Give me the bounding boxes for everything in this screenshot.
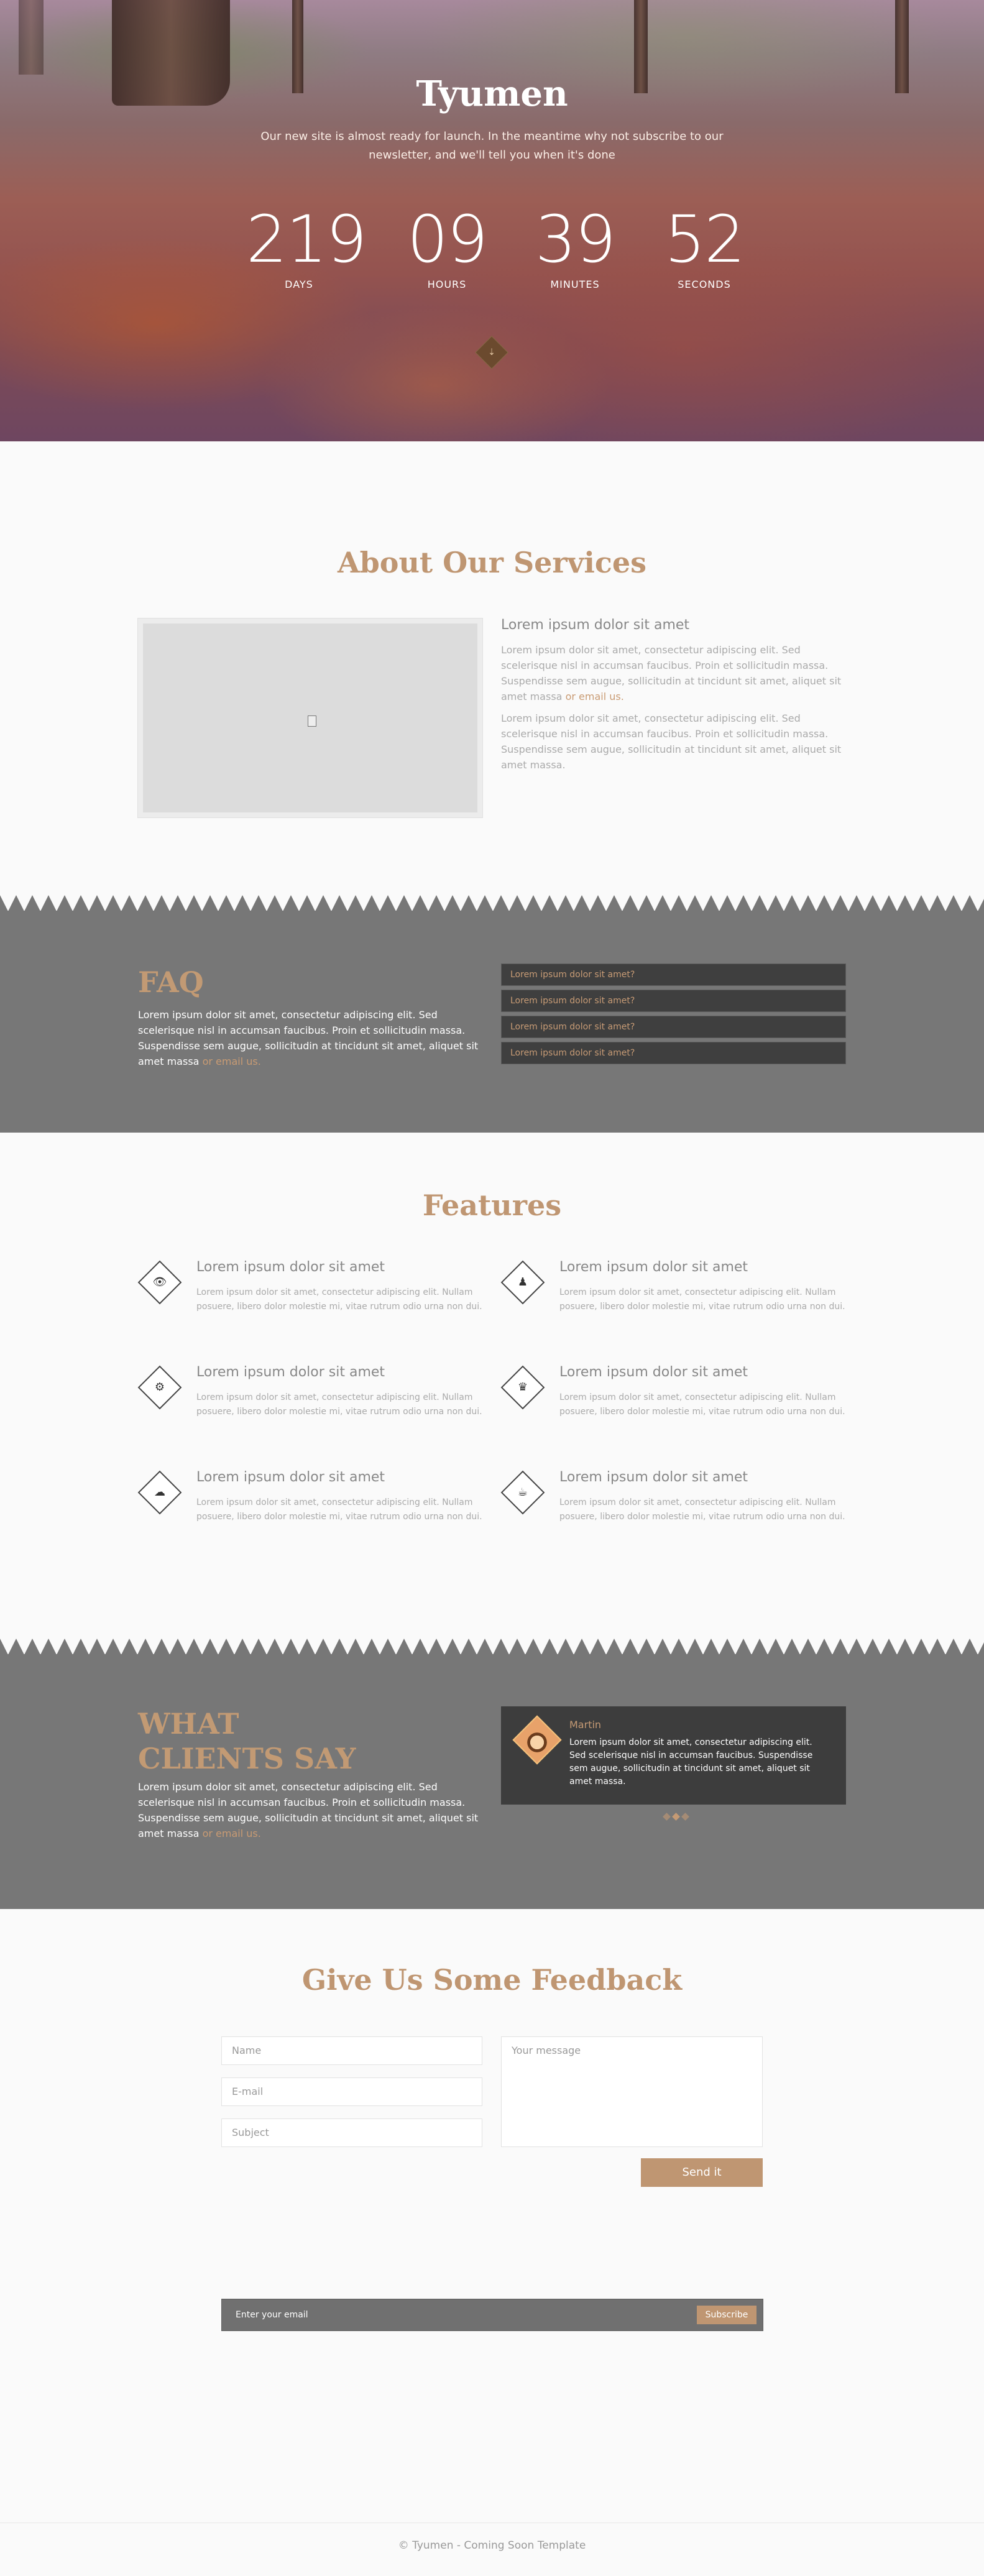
countdown-value: 219 bbox=[246, 201, 367, 277]
eye-icon: 👁 bbox=[152, 1276, 167, 1289]
carousel-dot[interactable] bbox=[681, 1813, 689, 1821]
feature-heading: Lorem ipsum dolor sit amet bbox=[196, 1470, 385, 1485]
avatar bbox=[512, 1715, 562, 1765]
countdown-value: 52 bbox=[664, 201, 745, 277]
zigzag-divider bbox=[0, 895, 984, 911]
feature-heading: Lorem ipsum dolor sit amet bbox=[559, 1259, 748, 1275]
feature-icon-frame: 👁 bbox=[137, 1260, 182, 1305]
chevron-down-double-icon: ⇣ bbox=[488, 347, 495, 357]
hero-subtitle: Our new site is almost ready for launch.… bbox=[260, 130, 724, 162]
testimonial-text: Lorem ipsum dolor sit amet, consectetur … bbox=[569, 1737, 813, 1787]
email-link[interactable]: or email us. bbox=[203, 1828, 261, 1839]
feature-text: Lorem ipsum dolor sit amet, consectetur … bbox=[559, 1497, 845, 1522]
tree-trunk bbox=[19, 0, 44, 75]
carousel-dot[interactable] bbox=[672, 1813, 680, 1821]
countdown-label: DAYS bbox=[285, 278, 313, 290]
feature-heading: Lorem ipsum dolor sit amet bbox=[559, 1470, 748, 1485]
countdown-days: 219 DAYS bbox=[246, 201, 367, 290]
clients-description-text: Lorem ipsum dolor sit amet, consectetur … bbox=[138, 1781, 479, 1839]
image-file-icon bbox=[308, 715, 316, 727]
feature-heading: Lorem ipsum dolor sit amet bbox=[196, 1364, 385, 1380]
clients-title-line: CLIENTS SAY bbox=[138, 1742, 356, 1775]
feedback-title: Give Us Some Feedback bbox=[301, 1963, 683, 1997]
subscribe-button[interactable]: Subscribe bbox=[697, 2306, 756, 2324]
testimonial-author: Martin bbox=[569, 1719, 602, 1731]
feature-icon-frame: ♟ bbox=[500, 1260, 545, 1305]
name-field[interactable]: Name bbox=[221, 2036, 482, 2065]
email-field[interactable]: E-mail bbox=[221, 2077, 482, 2106]
feature-text: Lorem ipsum dolor sit amet, consectetur … bbox=[196, 1287, 482, 1312]
faq-item[interactable]: Lorem ipsum dolor sit amet? bbox=[501, 1016, 846, 1038]
feature-icon-frame: ☕ bbox=[500, 1470, 545, 1515]
feature-text: Lorem ipsum dolor sit amet, consectetur … bbox=[196, 1497, 482, 1522]
subject-field[interactable]: Subject bbox=[221, 2118, 482, 2147]
site-title: Tyumen bbox=[416, 73, 568, 114]
feature-text: Lorem ipsum dolor sit amet, consectetur … bbox=[559, 1287, 845, 1312]
carousel-dots bbox=[663, 1813, 689, 1821]
gear-icon: ⚙ bbox=[154, 1381, 165, 1394]
hero-section: Tyumen Our new site is almost ready for … bbox=[0, 0, 984, 441]
testimonial-card: Martin Lorem ipsum dolor sit amet, conse… bbox=[501, 1706, 846, 1805]
faq-description-text: Lorem ipsum dolor sit amet, consectetur … bbox=[138, 1009, 479, 1067]
feature-heading: Lorem ipsum dolor sit amet bbox=[559, 1364, 748, 1380]
footer-copyright: © Tyumen - Coming Soon Template bbox=[398, 2539, 586, 2552]
countdown-value: 39 bbox=[535, 201, 616, 277]
countdown-hours: 09 HOURS bbox=[394, 205, 500, 290]
coffee-icon: ☕ bbox=[517, 1486, 528, 1499]
email-link[interactable]: or email us. bbox=[566, 691, 624, 702]
about-title: About Our Services bbox=[337, 546, 647, 579]
clients-title-line: WHAT bbox=[138, 1707, 239, 1741]
zigzag-divider bbox=[0, 1639, 984, 1655]
countdown-minutes: 39 MINUTES bbox=[522, 205, 628, 290]
countdown-label: MINUTES bbox=[550, 278, 600, 290]
about-paragraph-2: Lorem ipsum dolor sit amet, consectetur … bbox=[501, 712, 842, 771]
message-field[interactable]: Your message bbox=[501, 2036, 763, 2147]
users-icon: ♟ bbox=[517, 1276, 528, 1289]
carousel-dot[interactable] bbox=[663, 1813, 671, 1821]
email-link[interactable]: or email us. bbox=[203, 1056, 261, 1067]
newsletter-form: Enter your email Subscribe bbox=[221, 2299, 763, 2331]
feature-icon-frame: ♛ bbox=[500, 1365, 545, 1410]
page: Tyumen Our new site is almost ready for … bbox=[0, 0, 984, 2576]
scroll-down-button[interactable]: ⇣ bbox=[475, 336, 508, 369]
send-button[interactable]: Send it bbox=[641, 2158, 763, 2187]
about-heading: Lorem ipsum dolor sit amet bbox=[501, 617, 690, 633]
feature-heading: Lorem ipsum dolor sit amet bbox=[196, 1259, 385, 1275]
faq-item[interactable]: Lorem ipsum dolor sit amet? bbox=[501, 1042, 846, 1064]
faq-title: FAQ bbox=[138, 965, 204, 999]
faq-item[interactable]: Lorem ipsum dolor sit amet? bbox=[501, 990, 846, 1012]
feature-text: Lorem ipsum dolor sit amet, consectetur … bbox=[196, 1392, 482, 1417]
trophy-icon: ♛ bbox=[517, 1381, 528, 1394]
about-paragraph-text: Lorem ipsum dolor sit amet, consectetur … bbox=[501, 644, 842, 702]
feature-text: Lorem ipsum dolor sit amet, consectetur … bbox=[559, 1392, 845, 1417]
features-title: Features bbox=[422, 1189, 562, 1222]
clients-title: WHAT CLIENTS SAY bbox=[138, 1706, 356, 1776]
countdown-label: SECONDS bbox=[678, 278, 731, 290]
feature-icon-frame: ⚙ bbox=[137, 1365, 182, 1410]
newsletter-email-input[interactable]: Enter your email bbox=[236, 2299, 308, 2330]
about-paragraph: Lorem ipsum dolor sit amet, consectetur … bbox=[501, 642, 846, 704]
faq-item[interactable]: Lorem ipsum dolor sit amet? bbox=[501, 964, 846, 986]
feature-icon-frame: ☁ bbox=[137, 1470, 182, 1515]
countdown-value: 09 bbox=[407, 201, 488, 277]
countdown-seconds: 52 SECONDS bbox=[651, 205, 757, 290]
clients-description: Lorem ipsum dolor sit amet, consectetur … bbox=[138, 1779, 483, 1841]
countdown-label: HOURS bbox=[427, 278, 467, 290]
faq-description: Lorem ipsum dolor sit amet, consectetur … bbox=[138, 1007, 483, 1069]
about-image bbox=[137, 618, 483, 818]
cloud-download-icon: ☁ bbox=[154, 1486, 165, 1499]
